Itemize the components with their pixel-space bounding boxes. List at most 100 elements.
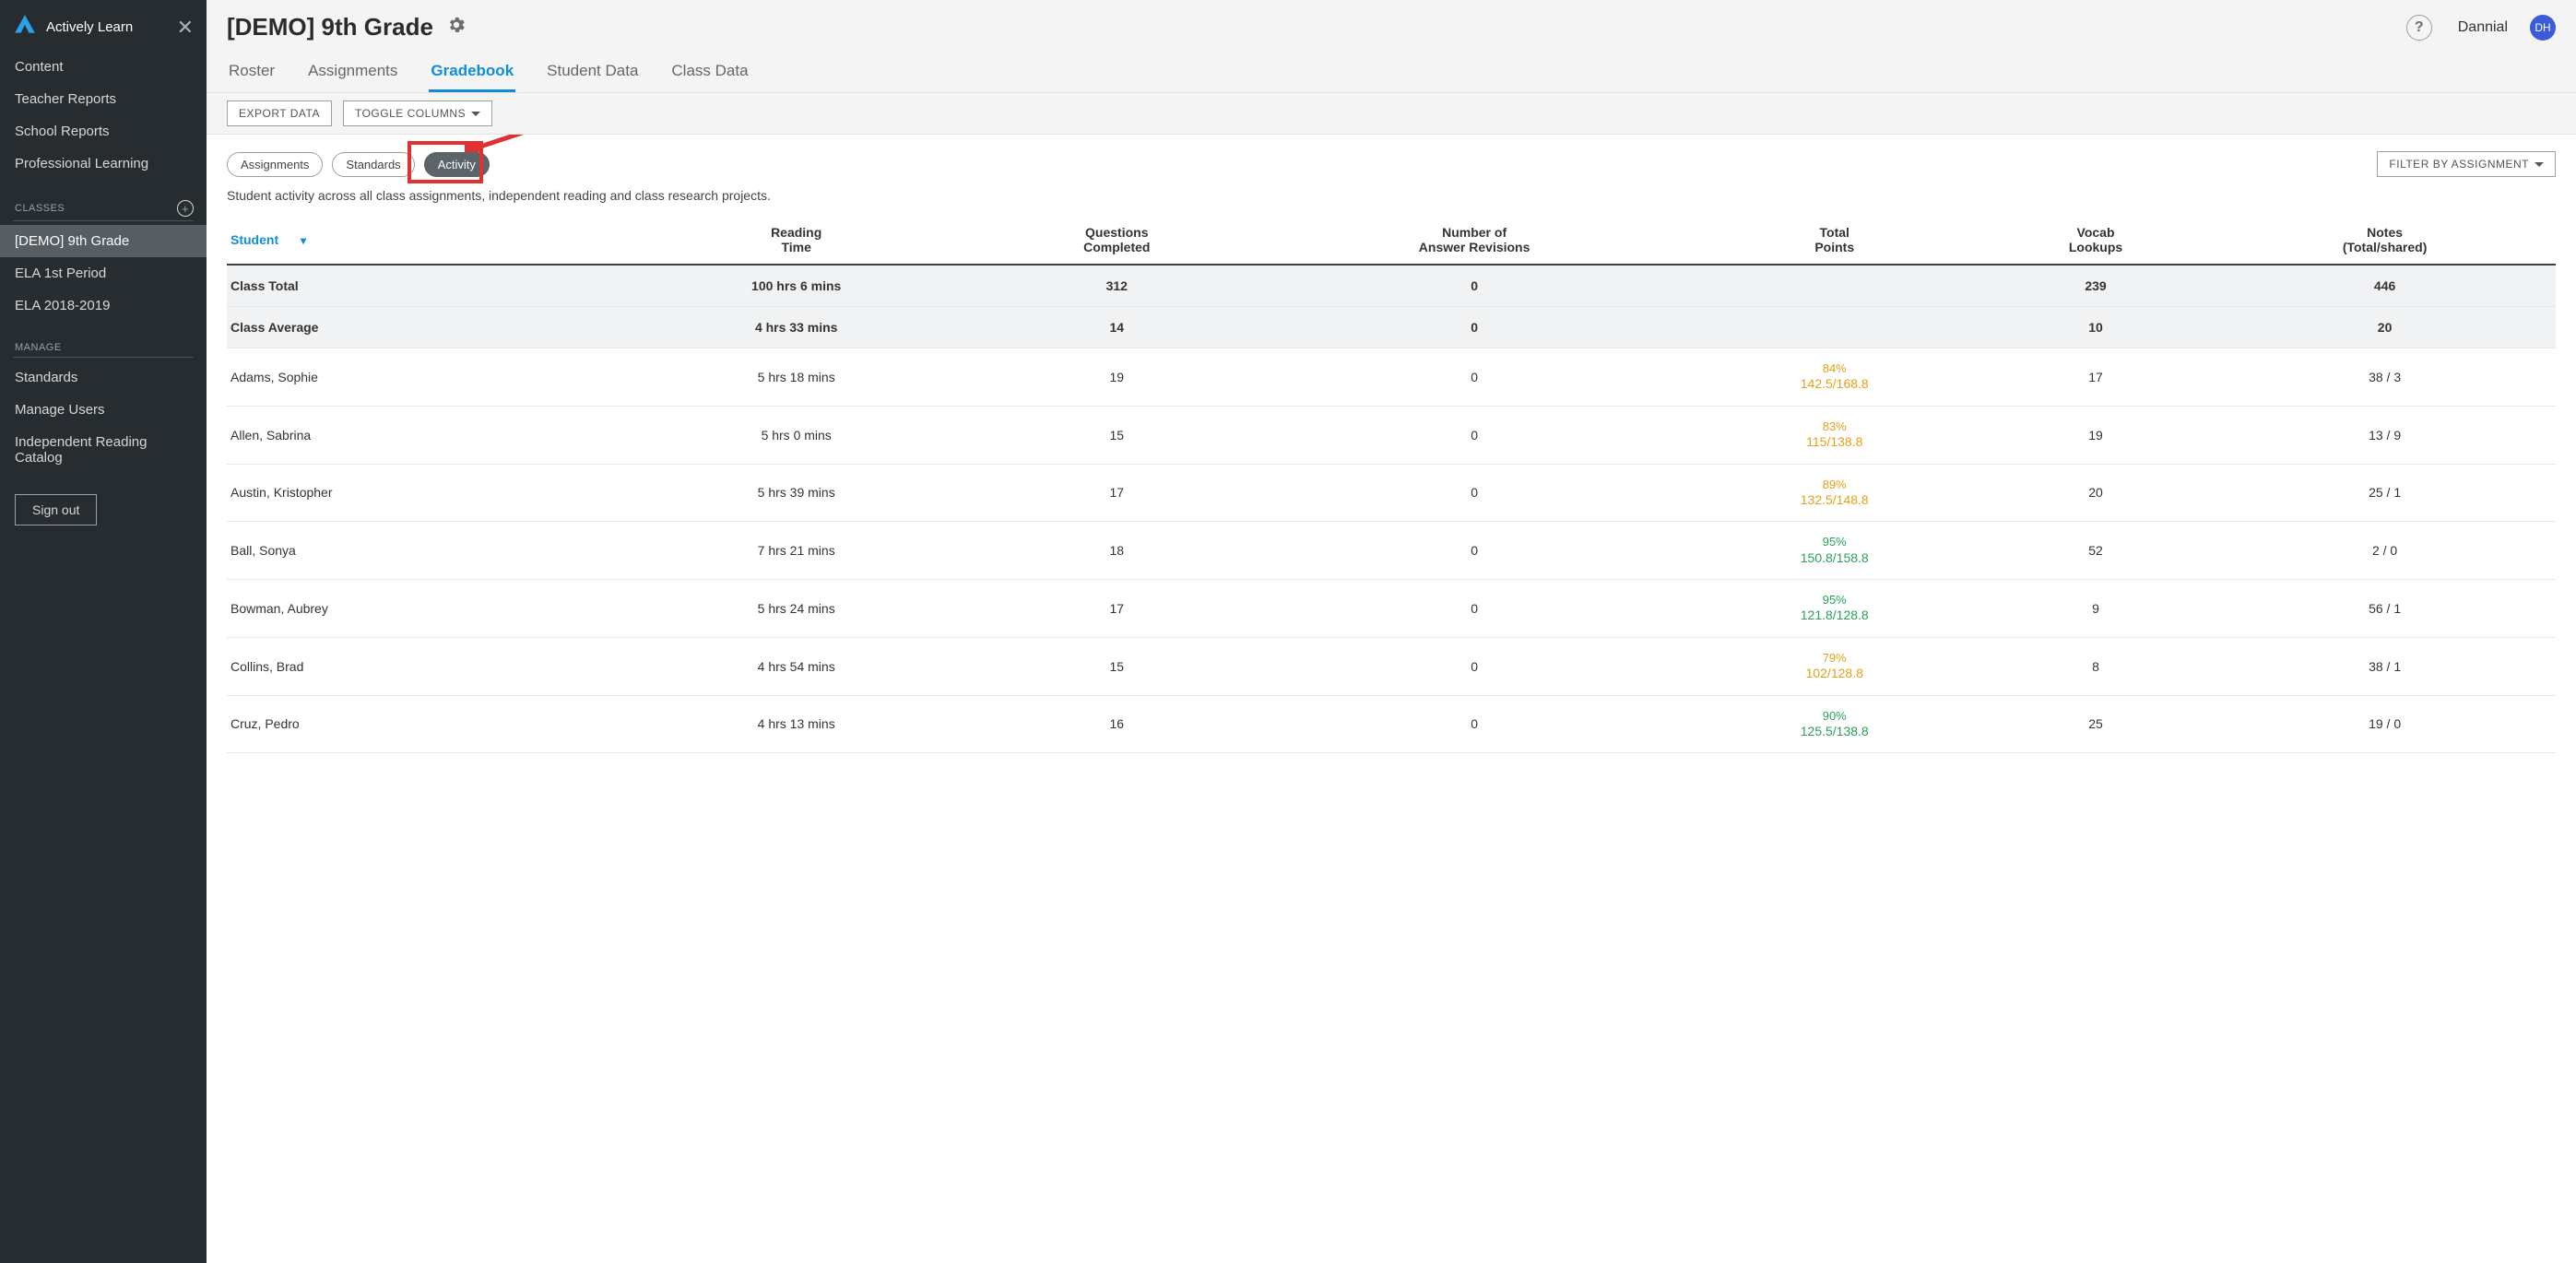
col-revisions[interactable]: Number of Answer Revisions — [1258, 216, 1692, 265]
pill-assignments[interactable]: Assignments — [227, 152, 323, 177]
table-row[interactable]: Austin, Kristopher5 hrs 39 mins17089%132… — [227, 464, 2556, 522]
cell-questions: 17 — [976, 464, 1258, 522]
activity-table: Student ▾ Reading Time Questions Complet… — [227, 216, 2556, 753]
signout-button[interactable]: Sign out — [15, 494, 97, 525]
cell-points — [1692, 265, 1978, 307]
tab-gradebook[interactable]: Gradebook — [429, 54, 515, 92]
table-row-total: Class Total100 hrs 6 mins3120239446 — [227, 265, 2556, 307]
cell-notes: 20 — [2214, 307, 2556, 348]
brand-name: Actively Learn — [46, 19, 168, 35]
sidebar-manage-item[interactable]: Independent Reading Catalog — [0, 426, 207, 474]
points-fraction: 125.5/138.8 — [1699, 724, 1970, 740]
points-fraction: 102/128.8 — [1699, 666, 1970, 682]
cell-questions: 14 — [976, 307, 1258, 348]
col-student[interactable]: Student ▾ — [227, 216, 616, 265]
table-row[interactable]: Adams, Sophie5 hrs 18 mins19084%142.5/16… — [227, 348, 2556, 407]
cell-reading: 5 hrs 0 mins — [616, 406, 976, 464]
export-data-button[interactable]: EXPORT DATA — [227, 100, 332, 126]
tab-roster[interactable]: Roster — [227, 54, 277, 92]
sidebar-class-item[interactable]: ELA 2018-2019 — [0, 289, 207, 322]
sidebar-item[interactable]: Professional Learning — [0, 148, 207, 180]
cell-student: Bowman, Aubrey — [227, 580, 616, 638]
tab-assignments[interactable]: Assignments — [306, 54, 399, 92]
cell-notes: 19 / 0 — [2214, 695, 2556, 753]
cell-questions: 16 — [976, 695, 1258, 753]
col-vocab[interactable]: Vocab Lookups — [1978, 216, 2214, 265]
cell-notes: 13 / 9 — [2214, 406, 2556, 464]
col-reading-time[interactable]: Reading Time — [616, 216, 976, 265]
table-row[interactable]: Ball, Sonya7 hrs 21 mins18095%150.8/158.… — [227, 522, 2556, 580]
table-row[interactable]: Cruz, Pedro4 hrs 13 mins16090%125.5/138.… — [227, 695, 2556, 753]
cell-points: 95%150.8/158.8 — [1692, 522, 1978, 580]
cell-student: Allen, Sabrina — [227, 406, 616, 464]
col-notes[interactable]: Notes (Total/shared) — [2214, 216, 2556, 265]
cell-questions: 15 — [976, 406, 1258, 464]
cell-points: 95%121.8/128.8 — [1692, 580, 1978, 638]
col-points[interactable]: Total Points — [1692, 216, 1978, 265]
cell-revisions: 0 — [1258, 464, 1692, 522]
cell-questions: 19 — [976, 348, 1258, 407]
cell-vocab: 9 — [1978, 580, 2214, 638]
sidebar-class-item[interactable]: [DEMO] 9th Grade — [0, 225, 207, 257]
close-icon[interactable]: ✕ — [177, 16, 194, 40]
table-row[interactable]: Allen, Sabrina5 hrs 0 mins15083%115/138.… — [227, 406, 2556, 464]
cell-points: 90%125.5/138.8 — [1692, 695, 1978, 753]
sidebar-item[interactable]: Teacher Reports — [0, 83, 207, 115]
cell-reading: 7 hrs 21 mins — [616, 522, 976, 580]
cell-reading: 4 hrs 13 mins — [616, 695, 976, 753]
sidebar-manage-item[interactable]: Manage Users — [0, 394, 207, 426]
cell-reading: 5 hrs 24 mins — [616, 580, 976, 638]
points-pct: 95% — [1699, 535, 1970, 549]
col-questions[interactable]: Questions Completed — [976, 216, 1258, 265]
username[interactable]: Dannial — [2458, 19, 2508, 36]
cell-label: Class Total — [227, 265, 616, 307]
cell-points: 83%115/138.8 — [1692, 406, 1978, 464]
filter-by-assignment-button[interactable]: FILTER BY ASSIGNMENT — [2377, 151, 2556, 177]
cell-questions: 15 — [976, 637, 1258, 695]
points-fraction: 115/138.8 — [1699, 434, 1970, 451]
points-fraction: 142.5/168.8 — [1699, 376, 1970, 393]
filter-label: FILTER BY ASSIGNMENT — [2389, 158, 2529, 171]
toggle-columns-label: TOGGLE COLUMNS — [355, 107, 466, 120]
sidebar-item[interactable]: Content — [0, 51, 207, 83]
cell-points: 89%132.5/148.8 — [1692, 464, 1978, 522]
pill-activity[interactable]: Activity — [424, 152, 490, 177]
cell-revisions: 0 — [1258, 307, 1692, 348]
chevron-down-icon — [471, 112, 480, 116]
cell-vocab: 8 — [1978, 637, 2214, 695]
sidebar-class-item[interactable]: ELA 1st Period — [0, 257, 207, 289]
cell-points: 84%142.5/168.8 — [1692, 348, 1978, 407]
manage-heading: MANAGE — [15, 342, 62, 353]
cell-revisions: 0 — [1258, 406, 1692, 464]
add-class-icon[interactable]: + — [177, 200, 194, 217]
logo-icon — [13, 13, 37, 41]
cell-reading: 4 hrs 33 mins — [616, 307, 976, 348]
chevron-down-icon — [2535, 162, 2544, 167]
sort-caret-icon: ▾ — [301, 234, 306, 247]
sidebar-item[interactable]: School Reports — [0, 115, 207, 148]
gear-icon[interactable] — [446, 15, 467, 40]
cell-student: Austin, Kristopher — [227, 464, 616, 522]
points-fraction: 132.5/148.8 — [1699, 492, 1970, 509]
points-pct: 79% — [1699, 651, 1970, 666]
pill-standards[interactable]: Standards — [332, 152, 414, 177]
col-student-label: Student — [230, 232, 278, 247]
avatar[interactable]: DH — [2530, 15, 2556, 41]
table-row[interactable]: Bowman, Aubrey5 hrs 24 mins17095%121.8/1… — [227, 580, 2556, 638]
tab-class-data[interactable]: Class Data — [669, 54, 750, 92]
table-row[interactable]: Collins, Brad4 hrs 54 mins15079%102/128.… — [227, 637, 2556, 695]
points-fraction: 121.8/128.8 — [1699, 608, 1970, 624]
table-row-total: Class Average4 hrs 33 mins1401020 — [227, 307, 2556, 348]
cell-student: Adams, Sophie — [227, 348, 616, 407]
tab-student-data[interactable]: Student Data — [545, 54, 640, 92]
classes-heading: CLASSES — [15, 203, 65, 214]
cell-revisions: 0 — [1258, 265, 1692, 307]
cell-vocab: 20 — [1978, 464, 2214, 522]
cell-revisions: 0 — [1258, 637, 1692, 695]
help-icon[interactable]: ? — [2406, 15, 2432, 41]
sidebar-manage-item[interactable]: Standards — [0, 361, 207, 394]
cell-vocab: 239 — [1978, 265, 2214, 307]
activity-description: Student activity across all class assign… — [227, 188, 2556, 203]
toggle-columns-button[interactable]: TOGGLE COLUMNS — [343, 100, 492, 126]
points-pct: 95% — [1699, 593, 1970, 608]
